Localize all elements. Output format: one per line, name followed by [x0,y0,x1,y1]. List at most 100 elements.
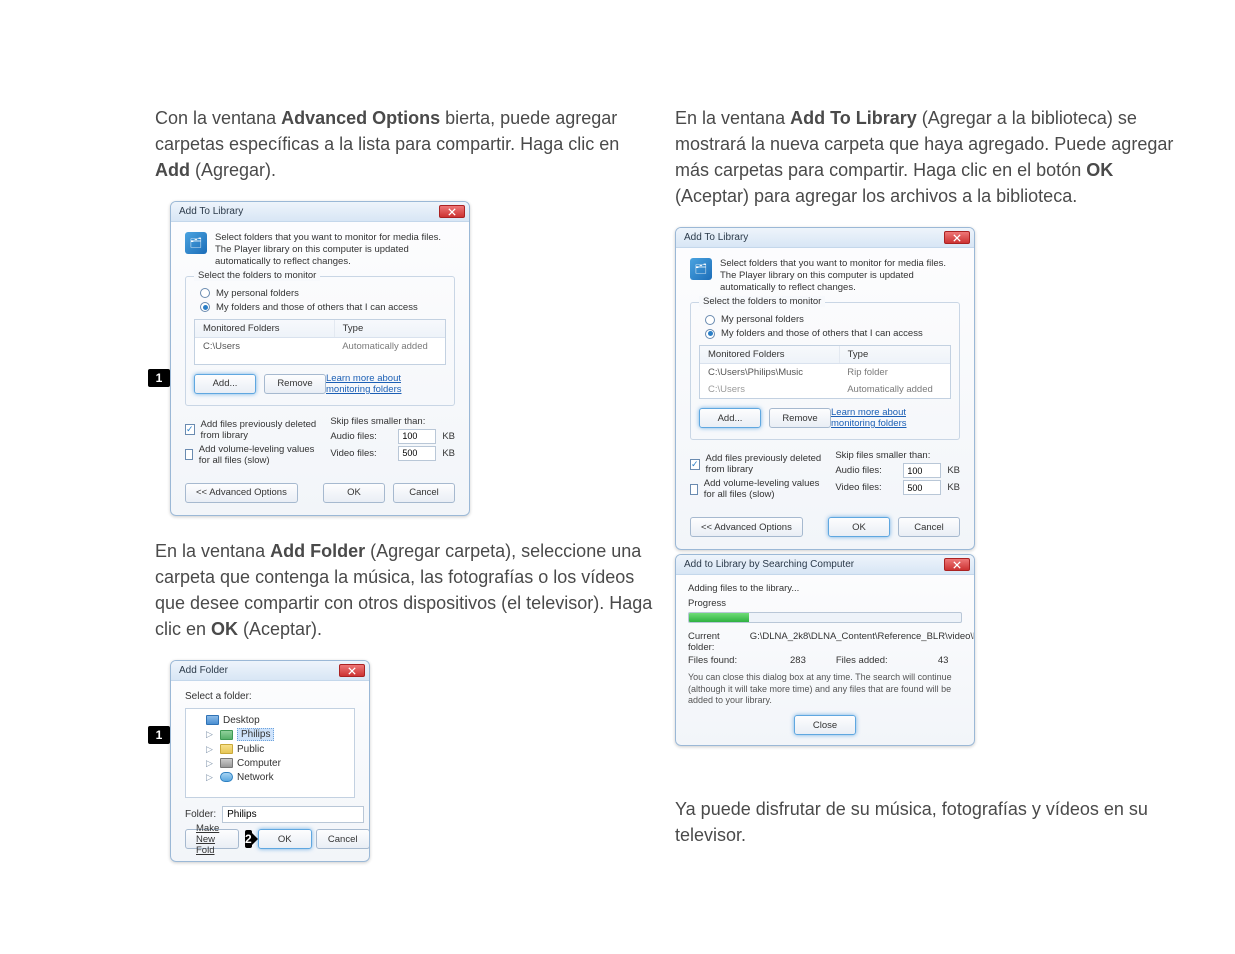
bold: Add To Library [790,108,917,128]
list-item[interactable]: C:\Users\Philips\Music Rip folder [700,364,950,381]
column-header: Monitored Folders [195,320,335,337]
audio-size-input[interactable] [398,429,436,444]
cancel-button[interactable]: Cancel [316,829,370,849]
close-icon[interactable] [944,231,970,244]
video-size-input[interactable] [398,446,436,461]
checkbox-icon: ✓ [690,459,700,470]
titlebar: Add To Library [171,202,469,222]
learn-more-link[interactable]: Learn more about monitoring folders [326,373,446,395]
checkbox-volume-leveling[interactable]: Add volume-leveling values for all files… [690,478,825,500]
checkbox-icon [690,484,698,495]
advanced-options-button[interactable]: << Advanced Options [690,517,803,537]
cell: Automatically added [334,338,445,355]
column-header: Type [840,346,950,363]
checkbox-volume-leveling[interactable]: Add volume-leveling values for all files… [185,444,320,466]
monitored-folders-list[interactable]: Monitored Folders Type C:\Users Automati… [194,319,446,365]
files-added-value: 43 [938,655,949,666]
advanced-options-button[interactable]: << Advanced Options [185,483,298,503]
radio-label: My folders and those of others that I ca… [216,302,418,313]
list-item[interactable]: C:\Users Automatically added [195,338,445,355]
add-button[interactable]: Add... [699,408,761,428]
list-item[interactable]: C:\Users Automatically added [700,381,950,398]
folder-icon [220,744,233,754]
cancel-button[interactable]: Cancel [393,483,455,503]
adding-label: Adding files to the library... [688,583,962,594]
cell: C:\Users [195,338,334,355]
close-icon[interactable] [439,205,465,218]
window-title: Add Folder [179,665,228,676]
audio-label: Audio files: [835,465,897,476]
radio-icon [705,315,715,325]
folder-path-input[interactable] [222,806,364,823]
monitor-groupbox: Select the folders to monitor My persona… [185,276,455,406]
note-text: You can close this dialog box at any tim… [688,672,962,707]
titlebar: Add to Library by Searching Computer [676,555,974,575]
callout-marker-1: 1 [148,369,170,387]
close-icon[interactable] [944,558,970,571]
tree-label: Public [237,744,264,755]
video-label: Video files: [330,448,392,459]
tree-label: Desktop [223,715,260,726]
video-size-input[interactable] [903,480,941,495]
tree-item-public[interactable]: ▷ Public [192,742,348,756]
tree-label: Network [237,772,274,783]
monitor-groupbox: Select the folders to monitor My persona… [690,302,960,440]
audio-size-input[interactable] [903,463,941,478]
text: (Agregar). [190,160,276,180]
unit: KB [947,465,960,476]
files-added-key: Files added: [836,655,908,666]
bold: Advanced Options [281,108,440,128]
paragraph: En la ventana Add To Library (Agregar a … [675,105,1175,209]
checkbox-label: Add volume-leveling values for all files… [199,444,321,466]
radio-others[interactable]: My folders and those of others that I ca… [200,302,446,313]
tree-item-computer[interactable]: ▷ Computer [192,756,348,770]
ok-button[interactable]: OK [323,483,385,503]
tree-item-desktop[interactable]: Desktop [192,713,348,727]
checkbox-previously-deleted[interactable]: ✓ Add files previously deleted from libr… [690,453,825,475]
unit: KB [442,431,455,442]
tree-item-philips[interactable]: ▷ Philips [192,727,348,742]
close-icon[interactable] [339,664,365,677]
add-button[interactable]: Add... [194,374,256,394]
text: (Aceptar) para agregar los archivos a la… [675,186,1077,206]
checkbox-previously-deleted[interactable]: ✓ Add files previously deleted from libr… [185,419,320,441]
checkbox-label: Add files previously deleted from librar… [201,419,321,441]
cell: C:\Users\Philips\Music [700,364,839,381]
make-new-folder-button[interactable]: Make New Fold [185,829,239,849]
tree-label: Philips [237,728,274,741]
titlebar: Add Folder [171,661,369,681]
cell: C:\Users [700,381,839,398]
radio-others[interactable]: My folders and those of others that I ca… [705,328,951,339]
add-folder-window: Add Folder Select a folder: Desktop [170,660,370,862]
cell: Rip folder [839,364,950,381]
cancel-button[interactable]: Cancel [898,517,960,537]
remove-button[interactable]: Remove [264,374,326,394]
radio-label: My folders and those of others that I ca… [721,328,923,339]
ok-button[interactable]: OK [828,517,890,537]
learn-more-link[interactable]: Learn more about monitoring folders [831,407,951,429]
skip-label: Skip files smaller than: [835,450,960,461]
radio-personal[interactable]: My personal folders [200,288,446,299]
computer-icon [220,758,233,768]
checkbox-label: Add volume-leveling values for all files… [704,478,826,500]
monitored-folders-list[interactable]: Monitored Folders Type C:\Users\Philips\… [699,345,951,399]
add-to-library-window: Add To Library 🗂 Select folders that you… [170,201,470,516]
tree-item-network[interactable]: ▷ Network [192,770,348,784]
folder-field-label: Folder: [185,809,216,820]
radio-icon [200,288,210,298]
ok-button[interactable]: OK [258,829,312,849]
close-button[interactable]: Close [794,715,856,735]
folder-tree[interactable]: Desktop ▷ Philips ▷ Public [185,708,355,798]
text: (Aceptar). [238,619,322,639]
library-icon: 🗂 [690,258,712,280]
skip-label: Skip files smaller than: [330,416,455,427]
checkbox-icon: ✓ [185,424,195,435]
radio-personal[interactable]: My personal folders [705,314,951,325]
current-folder-value: G:\DLNA_2k8\DLNA_Content\Reference_BLR\v… [750,631,975,653]
remove-button[interactable]: Remove [769,408,831,428]
current-folder-key: Current folder: [688,631,720,653]
radio-label: My personal folders [721,314,804,325]
window-title: Add To Library [179,206,243,217]
titlebar: Add To Library [676,228,974,248]
radio-icon [705,329,715,339]
